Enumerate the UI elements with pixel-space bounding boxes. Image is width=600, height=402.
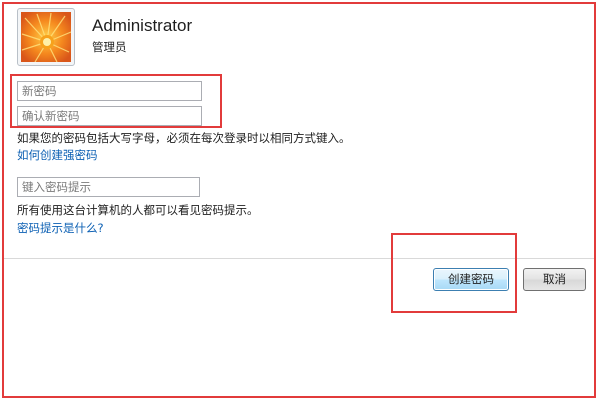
hint-visibility-note: 所有使用这台计算机的人都可以看见密码提示。: [17, 203, 259, 217]
hint-help-link[interactable]: 密码提示是什么?: [17, 220, 104, 236]
strong-password-link[interactable]: 如何创建强密码: [17, 147, 98, 163]
case-sensitivity-note: 如果您的密码包括大写字母，必须在每次登录时以相同方式键入。: [17, 131, 351, 145]
user-role: 管理员: [92, 40, 127, 54]
password-hint-field[interactable]: [17, 177, 200, 197]
annotation-box-password-fields: [10, 74, 222, 128]
annotation-frame: [2, 2, 596, 398]
user-name: Administrator: [92, 16, 193, 35]
flower-avatar-icon: [21, 12, 71, 62]
cancel-button[interactable]: 取消: [523, 268, 586, 291]
create-password-button[interactable]: 创建密码: [433, 268, 509, 291]
user-avatar: [17, 8, 75, 66]
